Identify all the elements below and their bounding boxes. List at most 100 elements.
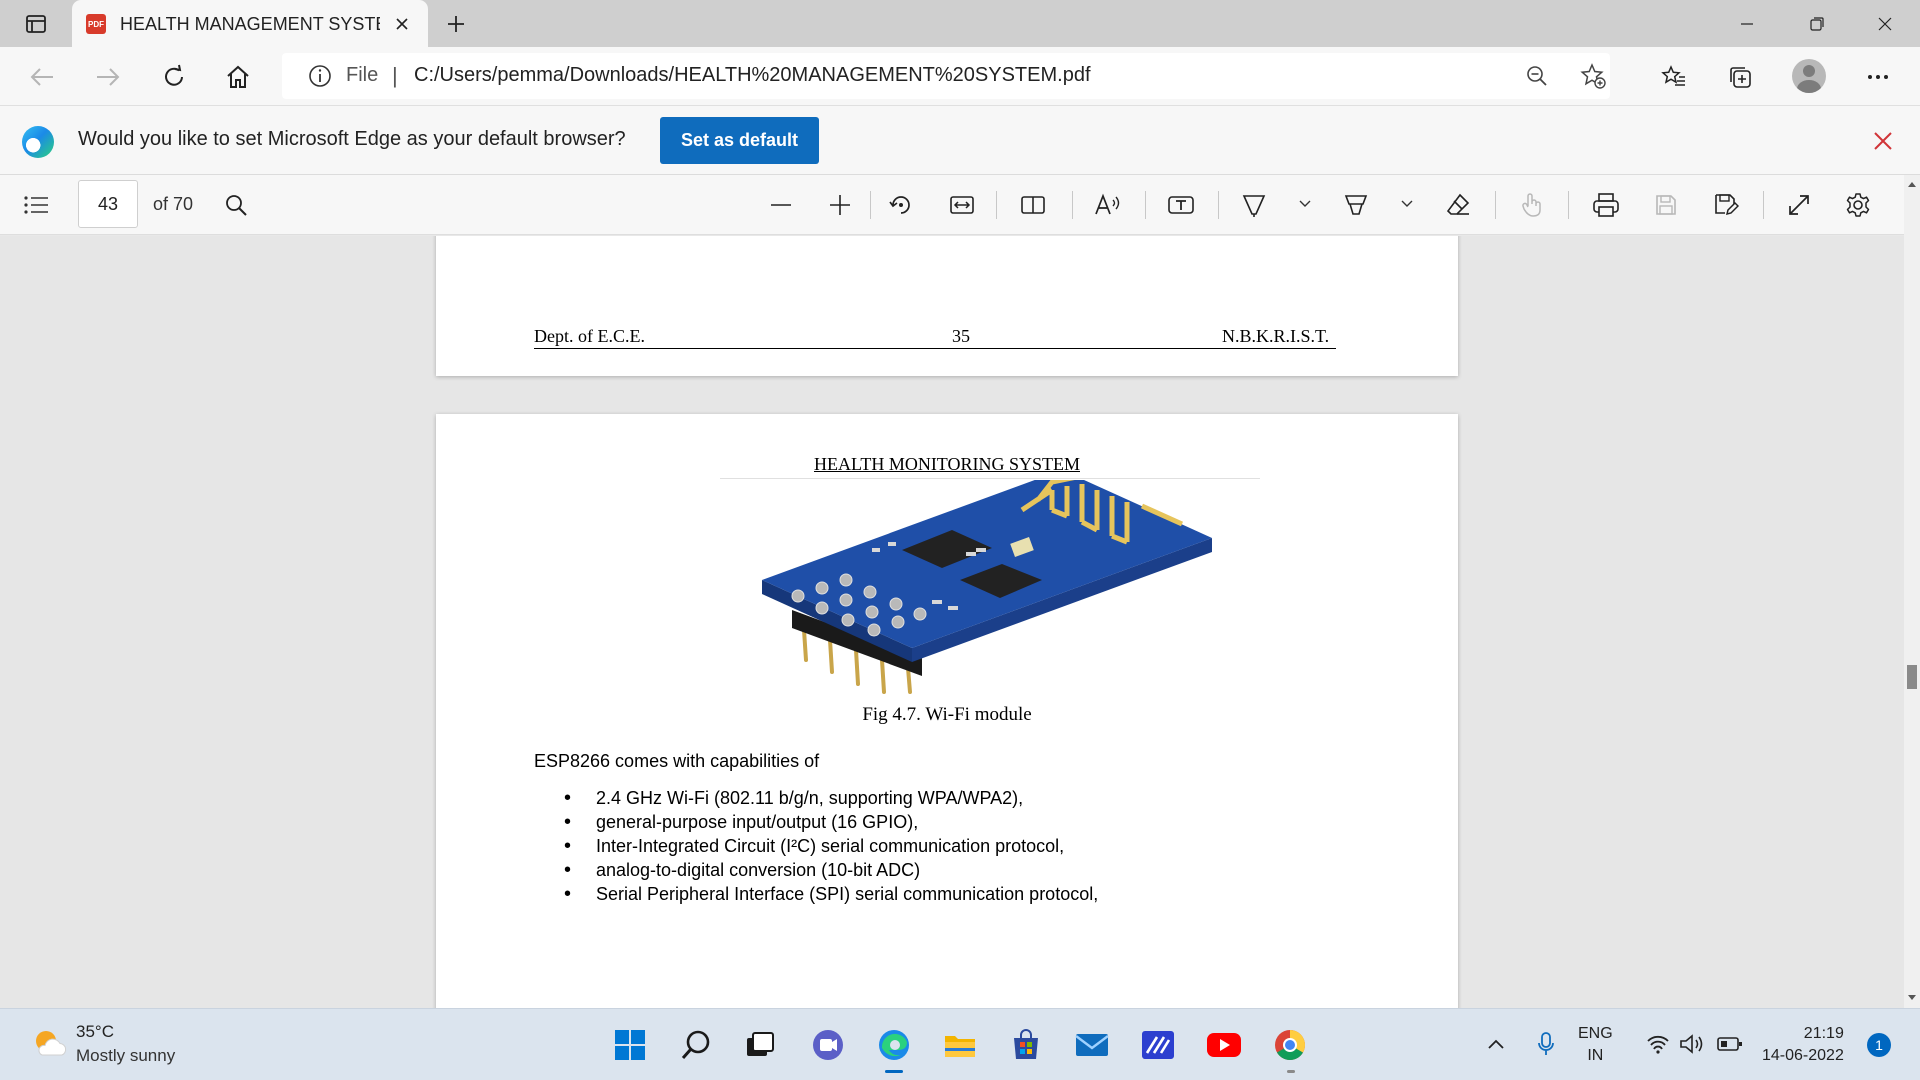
url-text[interactable]: C:/Users/pemma/Downloads/HEALTH%20MANAGE… — [414, 64, 1091, 87]
youtube-icon[interactable] — [1206, 1027, 1242, 1063]
home-icon[interactable] — [218, 57, 258, 97]
taskbar-search-icon[interactable] — [678, 1027, 714, 1063]
save-icon[interactable] — [1650, 189, 1682, 221]
zoom-out-minus-icon[interactable] — [765, 189, 797, 221]
language-indicator[interactable]: ENG IN — [1578, 1023, 1613, 1067]
infobar-message: Would you like to set Microsoft Edge as … — [78, 128, 626, 150]
back-arrow-icon[interactable] — [22, 57, 62, 97]
touch-write-icon[interactable] — [1515, 189, 1547, 221]
restore-icon[interactable] — [1784, 0, 1850, 47]
profile-avatar[interactable] — [1792, 59, 1826, 93]
capabilities-list: • 2.4 GHz Wi-Fi (802.11 b/g/n, supporting… — [534, 786, 1098, 906]
favorites-icon[interactable] — [1654, 57, 1694, 97]
infobar-close-icon[interactable] — [1868, 126, 1898, 156]
toolbar-separator — [870, 191, 871, 219]
draw-options-chevron-icon[interactable] — [1296, 195, 1314, 213]
highlight-icon[interactable] — [1340, 189, 1372, 221]
footer-page-number: 35 — [952, 326, 970, 346]
rotate-icon[interactable] — [885, 189, 917, 221]
language-code: ENG — [1578, 1025, 1613, 1042]
default-browser-infobar: Would you like to set Microsoft Edge as … — [0, 105, 1920, 175]
more-menu-icon[interactable] — [1858, 57, 1898, 97]
vertical-scrollbar[interactable] — [1904, 175, 1920, 1008]
tab-close-icon[interactable] — [390, 12, 414, 36]
weather-partly-sunny-icon[interactable] — [30, 1025, 68, 1063]
window-close-icon[interactable] — [1852, 0, 1918, 47]
address-bar[interactable]: File | C:/Users/pemma/Downloads/HEALTH%2… — [282, 53, 1610, 99]
sketch-app-icon[interactable] — [1140, 1027, 1176, 1063]
forward-arrow-icon[interactable] — [88, 57, 128, 97]
toolbar-separator — [1218, 191, 1219, 219]
navigation-bar: File | C:/Users/pemma/Downloads/HEALTH%2… — [0, 47, 1920, 105]
tab-strip: PDF HEALTH MANAGEMENT SYSTEM — [0, 0, 1920, 48]
bullet-marker: • — [564, 835, 572, 857]
table-of-contents-icon[interactable] — [20, 189, 52, 221]
eraser-icon[interactable] — [1442, 189, 1474, 221]
microphone-icon[interactable] — [1532, 1029, 1560, 1059]
edge-browser-icon[interactable] — [876, 1027, 912, 1063]
pdf-viewer[interactable]: Dept. of E.C.E. 35 N.B.K.R.I.S.T. HEALTH… — [0, 236, 1904, 1008]
new-tab-button[interactable] — [440, 8, 472, 40]
file-explorer-icon[interactable] — [942, 1027, 978, 1063]
collections-icon[interactable] — [1720, 57, 1760, 97]
wifi-module-image — [762, 480, 1212, 694]
read-aloud-icon[interactable] — [1092, 189, 1124, 221]
weather-condition: Mostly sunny — [76, 1046, 176, 1065]
site-info-icon[interactable] — [308, 64, 332, 93]
toolbar-separator — [1495, 191, 1496, 219]
toolbar-separator — [1568, 191, 1569, 219]
clock-date: 14-06-2022 — [1762, 1047, 1844, 1064]
pdf-file-icon: PDF — [86, 14, 106, 34]
bullet-marker: • — [564, 811, 572, 833]
fit-to-width-icon[interactable] — [946, 189, 978, 221]
chrome-icon[interactable] — [1272, 1027, 1308, 1063]
pdf-page-current: HEALTH MONITORING SYSTEM Fig 4.7. Wi-Fi … — [436, 414, 1458, 1008]
refresh-icon[interactable] — [154, 57, 194, 97]
clock-time: 21:19 — [1803, 1025, 1844, 1042]
scrollbar-thumb[interactable] — [1907, 665, 1917, 689]
highlight-options-chevron-icon[interactable] — [1398, 195, 1416, 213]
footer-rule — [534, 348, 1336, 349]
list-item: • Inter-Integrated Circuit (I²C) serial c… — [564, 835, 1065, 857]
battery-icon[interactable] — [1716, 1029, 1744, 1059]
microsoft-store-icon[interactable] — [1008, 1027, 1044, 1063]
list-item: • general-purpose input/output (16 GPIO), — [564, 811, 919, 833]
show-hidden-icons-chevron-icon[interactable] — [1482, 1029, 1510, 1059]
wifi-icon[interactable] — [1644, 1029, 1672, 1059]
zoom-in-plus-icon[interactable] — [824, 189, 856, 221]
print-icon[interactable] — [1590, 189, 1622, 221]
page-number-input[interactable]: 43 — [78, 180, 138, 228]
scroll-up-arrow-icon[interactable] — [1907, 179, 1917, 189]
active-app-indicator — [885, 1070, 903, 1073]
pdf-page-previous: Dept. of E.C.E. 35 N.B.K.R.I.S.T. — [436, 236, 1458, 376]
start-button-windows-icon[interactable] — [612, 1027, 648, 1063]
scroll-down-arrow-icon[interactable] — [1907, 993, 1917, 1003]
settings-gear-icon[interactable] — [1842, 189, 1874, 221]
zoom-out-icon[interactable] — [1522, 61, 1552, 91]
system-clock[interactable]: 21:19 14-06-2022 — [1762, 1023, 1844, 1067]
find-in-document-icon[interactable] — [220, 189, 252, 221]
add-text-icon[interactable] — [1165, 189, 1197, 221]
scheme-label: File — [346, 64, 379, 86]
windows-taskbar: 35°C Mostly sunny ENG IN 21:19 14-06-202… — [0, 1008, 1920, 1080]
page-total-label: of 70 — [153, 194, 194, 214]
tab-actions-icon[interactable] — [18, 10, 54, 38]
mail-icon[interactable] — [1074, 1027, 1110, 1063]
browser-tab-active[interactable]: PDF HEALTH MANAGEMENT SYSTEM — [72, 0, 428, 48]
list-item: • analog-to-digital conversion (10-bit AD… — [564, 859, 921, 881]
running-app-indicator — [1287, 1070, 1295, 1073]
task-view-icon[interactable] — [742, 1027, 778, 1063]
page-header-text: HEALTH MONITORING SYSTEM — [813, 454, 1080, 474]
volume-icon[interactable] — [1678, 1029, 1706, 1059]
save-as-icon[interactable] — [1710, 189, 1742, 221]
set-as-default-button[interactable]: Set as default — [660, 117, 819, 164]
list-item: • 2.4 GHz Wi-Fi (802.11 b/g/n, supporting… — [564, 787, 1024, 809]
add-favorite-icon[interactable] — [1578, 61, 1608, 91]
teams-chat-icon[interactable] — [810, 1027, 846, 1063]
minimize-icon[interactable] — [1714, 0, 1780, 47]
page-view-icon[interactable] — [1017, 189, 1049, 221]
fullscreen-icon[interactable] — [1783, 189, 1815, 221]
draw-icon[interactable] — [1238, 189, 1270, 221]
notification-count-badge[interactable]: 1 — [1867, 1033, 1891, 1057]
pdf-toolbar: 43 of 70 — [0, 175, 1920, 235]
